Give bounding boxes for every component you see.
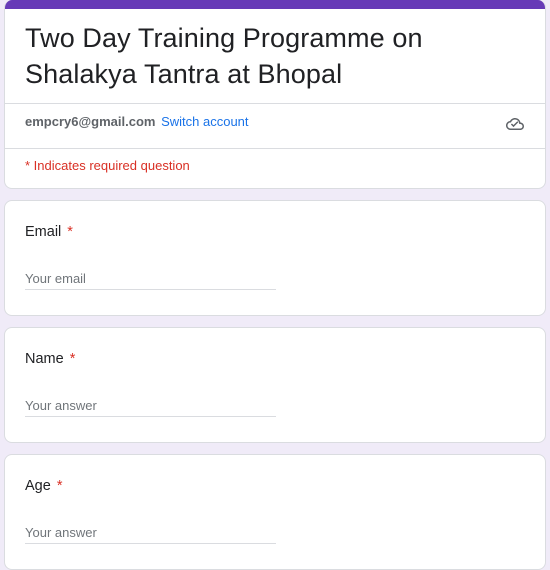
question-title: Email [25, 224, 62, 240]
question-label: Email * [25, 223, 73, 241]
name-input[interactable] [25, 394, 276, 417]
required-asterisk: * [56, 478, 63, 494]
required-asterisk: * [67, 224, 73, 240]
required-note: * Indicates required question [25, 158, 190, 173]
question-title: Age [25, 478, 51, 494]
account-email: empcry6@gmail.com [25, 114, 156, 129]
accent-bar [5, 0, 545, 9]
required-asterisk: * [69, 351, 76, 367]
question-card-email: Email * [4, 200, 546, 316]
divider [5, 148, 545, 149]
form-title: Two Day Training Programme on Shalakya T… [25, 23, 423, 89]
switch-account-link[interactable]: Switch account [161, 114, 248, 129]
question-card-name: Name * [4, 327, 546, 443]
question-label: Age * [25, 477, 63, 495]
account-row: empcry6@gmail.com Switch account [25, 114, 249, 130]
question-title: Name [25, 351, 64, 367]
email-input[interactable] [25, 267, 276, 290]
question-label: Name * [25, 350, 75, 368]
divider [5, 103, 545, 104]
form-header-card: Two Day Training Programme on Shalakya T… [4, 0, 546, 189]
question-card-age: Age * [4, 454, 546, 570]
age-input[interactable] [25, 521, 276, 544]
cloud-check-icon [506, 118, 524, 130]
